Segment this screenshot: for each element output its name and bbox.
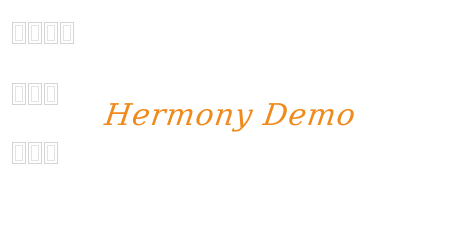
missing-glyph-icon — [12, 142, 26, 164]
missing-glyph-icon — [28, 22, 42, 44]
font-preview-canvas: Hermony Demo — [0, 0, 460, 250]
missing-glyph-icon — [44, 22, 58, 44]
missing-glyph-icon — [60, 22, 74, 44]
missing-glyph-row-3 — [12, 142, 58, 164]
font-preview-text: Hermony Demo — [102, 98, 358, 133]
font-preview: Hermony Demo — [0, 98, 460, 133]
missing-glyph-icon — [12, 22, 26, 44]
missing-glyph-icon — [28, 142, 42, 164]
missing-glyph-row-1 — [12, 22, 74, 44]
missing-glyph-icon — [44, 142, 58, 164]
